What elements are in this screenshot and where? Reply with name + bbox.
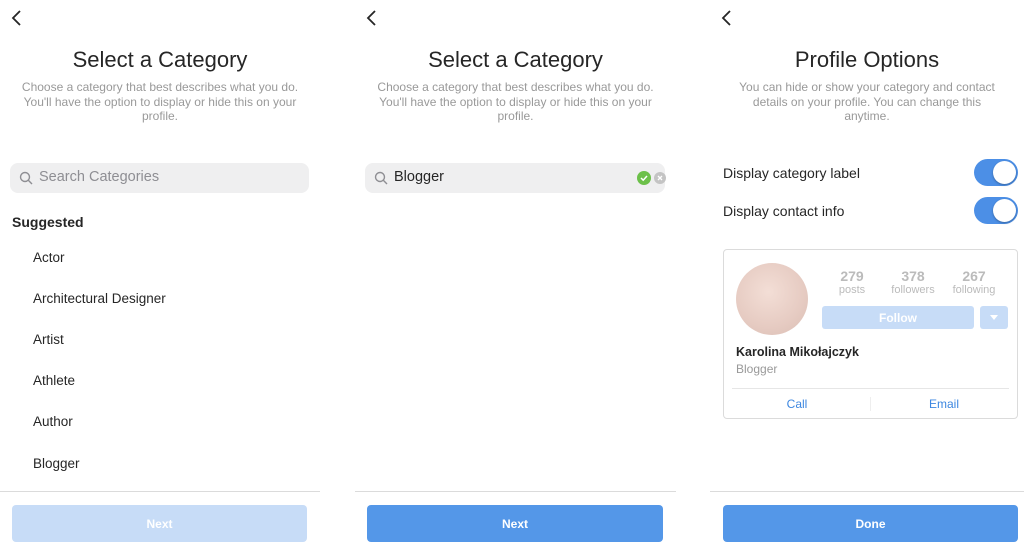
page-title: Select a Category [428, 47, 603, 72]
category-item[interactable]: Athlete [33, 373, 75, 388]
done-button[interactable]: Done [723, 505, 1018, 542]
page-title: Select a Category [72, 47, 248, 72]
following-label: following [952, 284, 996, 296]
next-button-disabled[interactable]: Next [12, 505, 307, 542]
select-category-screen: Select a Category Choose a category that… [0, 0, 320, 549]
category-item[interactable]: Blogger [33, 456, 80, 471]
search-placeholder: Search Categories [39, 169, 160, 185]
followers-label: followers [891, 284, 935, 296]
followers-count: 378 [901, 268, 925, 284]
page-subtitle: You can hide or show your category and c… [739, 80, 995, 123]
search-icon [374, 171, 388, 185]
contact-info-toggle[interactable] [974, 197, 1018, 224]
dropdown-button [980, 306, 1008, 329]
search-icon [19, 171, 33, 185]
toggle-label-category: Display category label [723, 165, 860, 181]
following-count: 267 [962, 268, 986, 284]
category-item[interactable]: Artist [33, 332, 64, 347]
back-chevron-icon[interactable] [718, 8, 738, 28]
page-subtitle: Choose a category that best describes wh… [21, 80, 299, 123]
back-chevron-icon[interactable] [8, 8, 28, 28]
divider [0, 491, 320, 492]
search-input[interactable]: Blogger [365, 163, 666, 193]
next-button[interactable]: Next [367, 505, 663, 542]
divider [710, 491, 1024, 492]
profile-category: Blogger [736, 362, 778, 376]
page-title: Profile Options [794, 47, 940, 72]
select-category-screen-filled: Select a Category Choose a category that… [355, 0, 676, 549]
search-input[interactable]: Search Categories [10, 163, 309, 193]
category-item[interactable]: Author [33, 414, 73, 429]
clear-icon[interactable] [654, 172, 666, 184]
category-label-toggle[interactable] [974, 159, 1018, 186]
toggle-label-contact: Display contact info [723, 203, 845, 219]
avatar [736, 263, 808, 335]
posts-label: posts [838, 284, 866, 296]
call-button: Call [786, 397, 808, 411]
category-item[interactable]: Actor [33, 250, 65, 265]
profile-name: Karolina Mikołajczyk [736, 345, 859, 359]
valid-check-icon [637, 171, 651, 185]
search-value: Blogger [394, 169, 444, 185]
profile-options-screen: Profile Options You can hide or show you… [710, 0, 1024, 549]
follow-button: Follow [822, 306, 974, 329]
divider [732, 388, 1009, 389]
posts-count: 279 [840, 268, 864, 284]
back-chevron-icon[interactable] [363, 8, 383, 28]
divider [355, 491, 676, 492]
page-subtitle: Choose a category that best describes wh… [377, 80, 654, 123]
profile-preview-card: 279 posts 378 followers 267 following Follo… [723, 249, 1018, 419]
caret-down-icon [990, 315, 998, 320]
email-button: Email [928, 397, 959, 411]
suggested-heading: Suggested [12, 214, 84, 230]
category-item[interactable]: Architectural Designer [33, 291, 166, 306]
